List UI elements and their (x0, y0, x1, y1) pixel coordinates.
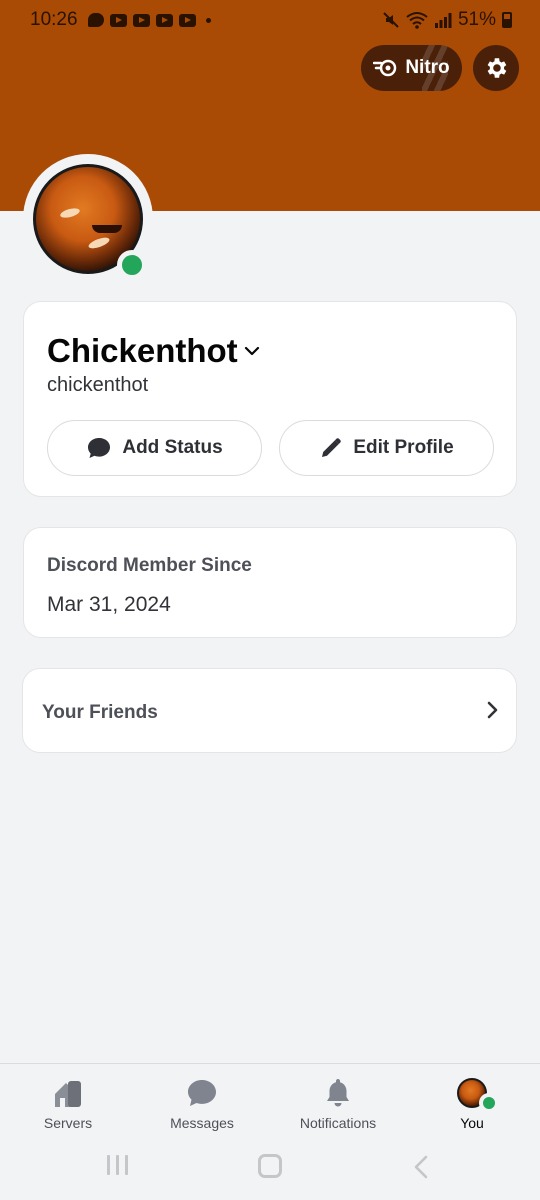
nav-servers[interactable]: Servers (8, 1064, 128, 1143)
username: chickenthot (47, 374, 149, 396)
system-navigation-bar (0, 1142, 540, 1200)
nav-servers-label: Servers (43, 1115, 93, 1131)
youtube-notification-icon (178, 13, 196, 27)
signal-icon (434, 13, 452, 28)
nitro-button[interactable]: Nitro (361, 45, 462, 91)
nav-notifications-label: Notifications (299, 1115, 377, 1131)
chevron-down-icon (244, 346, 259, 356)
status-time: 10:26 (30, 9, 78, 30)
member-since-date: Mar 31, 2024 (47, 593, 171, 616)
servers-icon (55, 1081, 81, 1107)
messages-notification-icon (87, 13, 104, 27)
gear-icon (487, 58, 507, 78)
nav-notifications[interactable]: Notifications (278, 1064, 398, 1143)
edit-profile-button[interactable]: Edit Profile (279, 420, 494, 476)
status-bar: 10:26 51% (0, 0, 540, 40)
add-status-button[interactable]: Add Status (47, 420, 262, 476)
chevron-right-icon (487, 701, 498, 719)
battery-icon (502, 12, 512, 28)
nav-messages-label: Messages (170, 1115, 234, 1131)
display-name: Chickenthot (47, 332, 238, 369)
add-status-label: Add Status (122, 437, 223, 458)
youtube-notification-icon (132, 13, 150, 27)
recents-button[interactable] (107, 1155, 128, 1175)
bottom-navigation: Servers Messages Notifications You (0, 1063, 540, 1142)
member-since-label: Discord Member Since (47, 555, 252, 576)
member-since-card: Discord Member Since Mar 31, 2024 (23, 527, 517, 638)
nav-you[interactable]: You (412, 1064, 532, 1143)
nav-messages[interactable]: Messages (142, 1064, 262, 1143)
chat-bubble-icon (88, 438, 111, 458)
youtube-notification-icon (155, 13, 173, 27)
nitro-label: Nitro (405, 57, 450, 78)
online-status-indicator (117, 250, 147, 280)
chat-bubble-icon (188, 1080, 216, 1106)
mute-icon (383, 12, 399, 28)
home-button[interactable] (258, 1154, 282, 1178)
online-status-indicator (479, 1093, 499, 1113)
edit-profile-label: Edit Profile (353, 437, 454, 458)
bell-icon (327, 1079, 349, 1107)
nav-you-label: You (460, 1115, 484, 1131)
wifi-icon (406, 12, 428, 29)
nitro-icon (373, 59, 397, 77)
profile-card: Chickenthot chickenthot Add Status Edit … (23, 301, 517, 497)
back-icon[interactable] (412, 1154, 430, 1180)
your-friends-label: Your Friends (42, 702, 158, 723)
battery-percent: 51% (457, 9, 496, 30)
display-name-dropdown[interactable]: Chickenthot (47, 332, 260, 370)
settings-button[interactable] (473, 45, 519, 91)
pencil-icon (322, 438, 342, 457)
your-friends-row[interactable]: Your Friends (22, 668, 517, 753)
more-notifications-dot-icon (205, 17, 211, 23)
youtube-notification-icon (109, 13, 127, 27)
